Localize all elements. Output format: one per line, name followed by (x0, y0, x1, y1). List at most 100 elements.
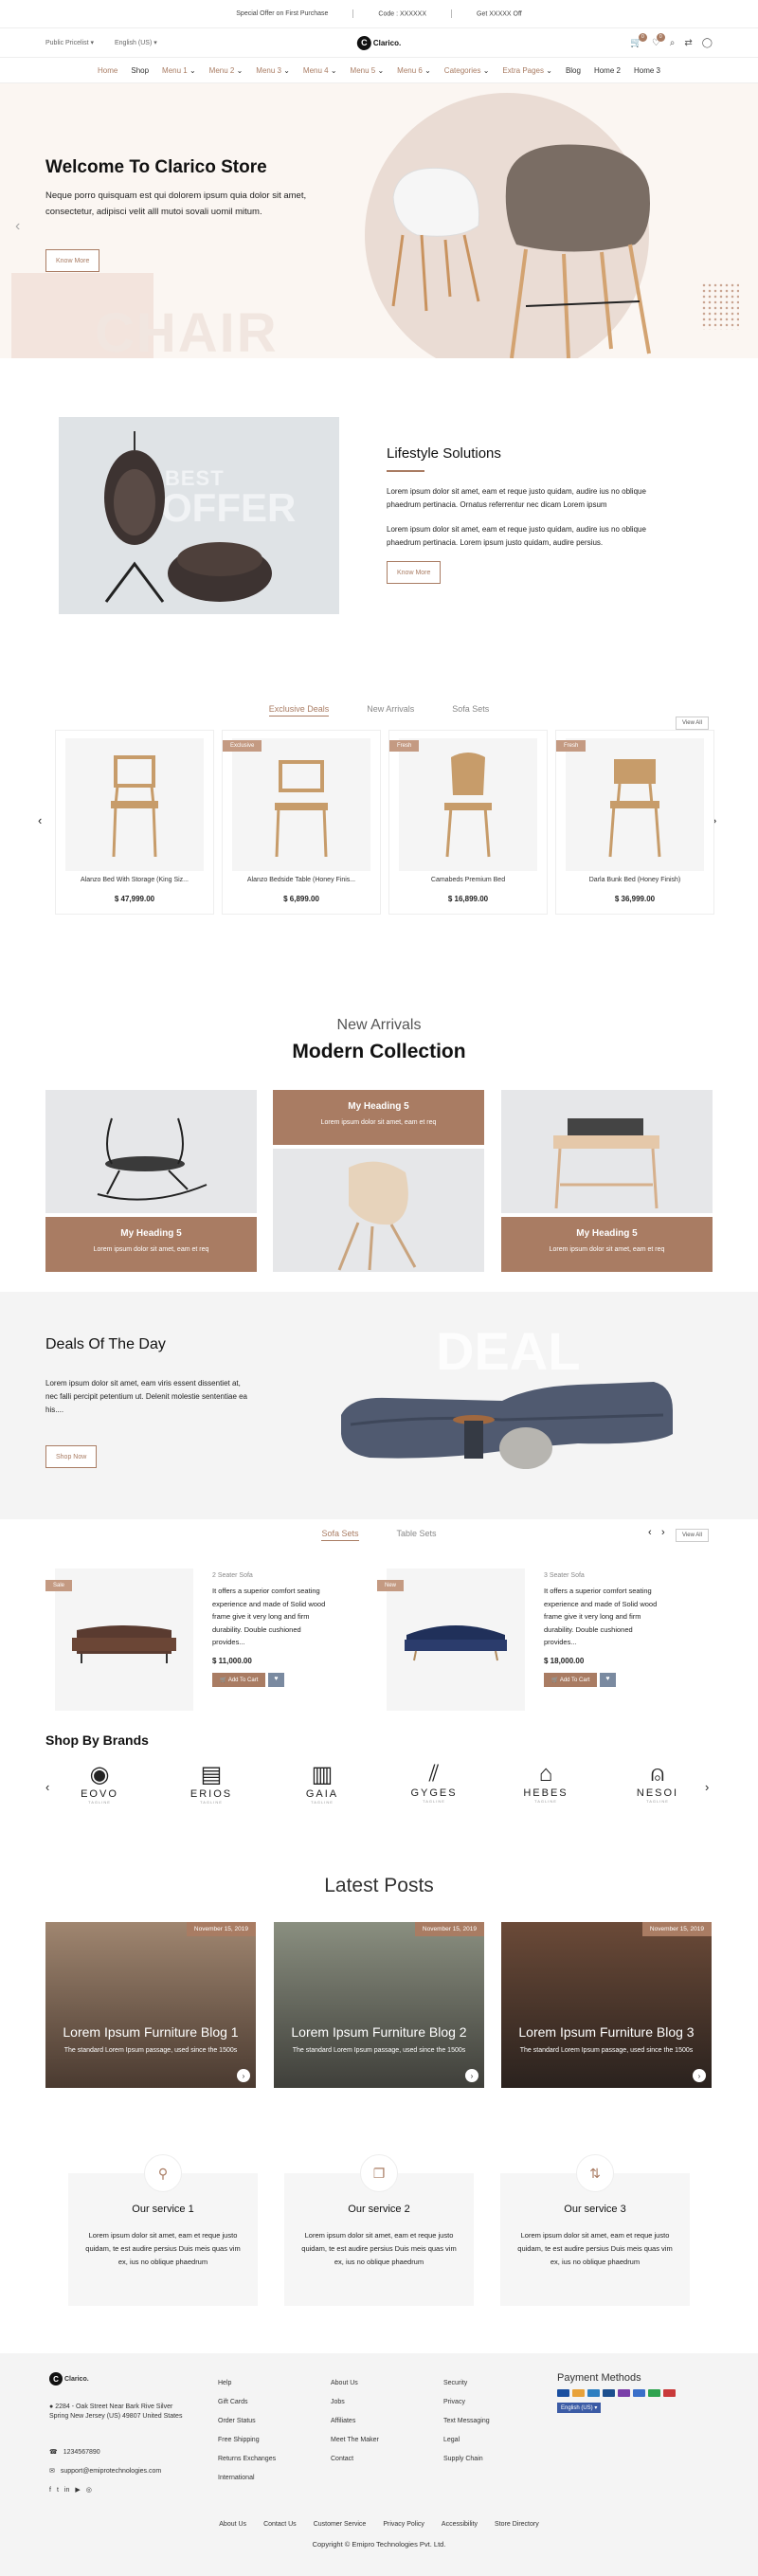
sofa-prev-icon[interactable]: ‹ (648, 1527, 652, 1538)
youtube-icon[interactable]: ▶ (75, 2486, 80, 2494)
wishlist-heart-icon[interactable]: ♥ (600, 1672, 616, 1687)
collection-tile[interactable]: My Heading 5 Lorem ipsum dolor sit amet,… (273, 1090, 484, 1145)
footer-link[interactable]: Text Messaging (443, 2418, 490, 2424)
footer-link[interactable]: Affiliates (331, 2418, 379, 2424)
compare-icon[interactable]: ⇄ (684, 38, 692, 48)
brand-logo[interactable]: ▤ ERIOS TAGLINE (183, 1761, 240, 1805)
tab-sofa-sets[interactable]: Sofa Sets (452, 704, 489, 717)
facebook-icon[interactable]: f (49, 2487, 51, 2494)
blog-post-card[interactable]: November 15, 2019 Lorem Ipsum Furniture … (501, 1922, 712, 2088)
pricelist-dropdown[interactable]: Public Pricelist ▾ (45, 39, 94, 46)
twitter-icon[interactable]: t (57, 2487, 59, 2494)
sofa-card[interactable]: New 3 Seater Sofa It offers a superior c… (377, 1569, 699, 1711)
product-name[interactable]: Darla Bunk Bed (Honey Finish) (556, 877, 713, 883)
footer-email[interactable]: ✉ support@emiprotechnologies.com (49, 2467, 161, 2476)
brand-logo[interactable]: ⫽ GYGES TAGLINE (406, 1761, 462, 1804)
footer-language-select[interactable]: English (US) ▾ (557, 2403, 602, 2413)
nav-blog[interactable]: Blog (566, 66, 581, 75)
add-to-cart-button[interactable]: 🛒 Add To Cart (212, 1672, 266, 1687)
product-name[interactable]: Camabeds Premium Bed (389, 877, 547, 883)
brand-logo[interactable]: ▥ GAIA TAGLINE (294, 1761, 351, 1805)
nav-menu-2[interactable]: Menu 2 ⌄ (209, 66, 244, 75)
tab-exclusive-deals[interactable]: Exclusive Deals (268, 704, 330, 717)
brand-logo[interactable]: ⍝ NESOI TAGLINE (629, 1761, 686, 1804)
nav-menu-4[interactable]: Menu 4 ⌄ (303, 66, 337, 75)
brand-logo[interactable]: ⌂ HEBES TAGLINE (517, 1761, 574, 1804)
footer-link[interactable]: Jobs (331, 2399, 379, 2405)
product-card[interactable]: Exclusive Alanzo Bedside Table (Honey Fi… (222, 730, 381, 915)
footer-bottom-link[interactable]: Customer Service (314, 2521, 367, 2528)
nav-menu-1[interactable]: Menu 1 ⌄ (162, 66, 196, 75)
footer-bottom-link[interactable]: Contact Us (263, 2521, 297, 2528)
tab-table-sets[interactable]: Table Sets (397, 1529, 437, 1541)
footer-link[interactable]: Contact (331, 2456, 379, 2462)
footer-logo[interactable]: C Clarico. (49, 2372, 89, 2386)
footer-link[interactable]: Help (218, 2380, 276, 2386)
hero-prev-arrow-icon[interactable]: ‹ (15, 218, 20, 235)
footer-phone[interactable]: ☎ 1234567890 (49, 2448, 100, 2457)
blog-post-card[interactable]: November 15, 2019 Lorem Ipsum Furniture … (274, 1922, 484, 2088)
footer-link[interactable]: Supply Chain (443, 2456, 490, 2462)
footer-bottom-link[interactable]: Accessibility (442, 2521, 478, 2528)
linkedin-icon[interactable]: in (64, 2487, 69, 2494)
arrow-right-icon[interactable]: › (465, 2069, 478, 2082)
view-all-button[interactable]: View All (676, 717, 709, 730)
footer-link[interactable]: Free Shipping (218, 2437, 276, 2443)
search-icon[interactable]: ⌕ (670, 38, 676, 48)
lifestyle-know-more-button[interactable]: Know More (387, 561, 442, 584)
blog-post-card[interactable]: November 15, 2019 Lorem Ipsum Furniture … (45, 1922, 256, 2088)
sofa-card[interactable]: Sale 2 Seater Sofa It offers a superior … (45, 1569, 368, 1711)
github-icon[interactable]: ◎ (86, 2486, 92, 2494)
cart-icon[interactable]: 🛒 0 (630, 32, 647, 48)
footer-link[interactable]: Gift Cards (218, 2399, 276, 2405)
carousel-prev-icon[interactable]: ‹ (38, 813, 42, 827)
add-to-cart-button[interactable]: 🛒 Add To Cart (544, 1672, 598, 1687)
nav-extra-pages[interactable]: Extra Pages ⌄ (502, 66, 552, 75)
rocking-chair-image[interactable] (45, 1090, 257, 1213)
logo[interactable]: C Clarico. (356, 35, 401, 50)
nav-menu-5[interactable]: Menu 5 ⌄ (351, 66, 385, 75)
sofa-next-icon[interactable]: › (661, 1527, 665, 1538)
nav-home-3[interactable]: Home 3 (634, 66, 660, 75)
sofa-category[interactable]: 3 Seater Sofa (544, 1572, 667, 1579)
wishlist-icon[interactable]: ♡ 0 (652, 32, 665, 48)
brands-prev-icon[interactable]: ‹ (45, 1780, 49, 1794)
collection-tile[interactable]: My Heading 5 Lorem ipsum dolor sit amet,… (501, 1217, 713, 1272)
tab-sofa-sets[interactable]: Sofa Sets (321, 1529, 359, 1541)
sofa-view-all-button[interactable]: View All (676, 1529, 709, 1542)
product-card[interactable]: Fresh Darla Bunk Bed (Honey Finish) $ 36… (555, 730, 714, 915)
product-name[interactable]: Alanzo Bedside Table (Honey Finis... (223, 877, 380, 883)
arrow-right-icon[interactable]: › (693, 2069, 706, 2082)
footer-link[interactable]: Legal (443, 2437, 490, 2443)
footer-link[interactable]: Security (443, 2380, 490, 2386)
nav-home-2[interactable]: Home 2 (594, 66, 621, 75)
footer-bottom-link[interactable]: Privacy Policy (383, 2521, 424, 2528)
product-card[interactable]: Fresh Camabeds Premium Bed $ 16,899.00 (388, 730, 548, 915)
user-icon[interactable]: ◯ (702, 38, 713, 48)
brand-logo[interactable]: ◉ EOVO TAGLINE (71, 1761, 128, 1805)
footer-link[interactable]: Meet The Maker (331, 2437, 379, 2443)
nav-categories[interactable]: Categories ⌄ (444, 66, 490, 75)
desk-image[interactable] (501, 1090, 713, 1213)
footer-bottom-link[interactable]: Store Directory (495, 2521, 539, 2528)
nav-home[interactable]: Home (98, 66, 117, 75)
arrow-right-icon[interactable]: › (237, 2069, 250, 2082)
shop-now-button[interactable]: Shop Now (45, 1445, 98, 1468)
language-dropdown[interactable]: English (US) ▾ (115, 39, 157, 46)
product-card[interactable]: Alanzo Bed With Storage (King Siz... $ 4… (55, 730, 214, 915)
hero-know-more-button[interactable]: Know More (45, 249, 100, 272)
sofa-category[interactable]: 2 Seater Sofa (212, 1572, 335, 1579)
footer-link[interactable]: Order Status (218, 2418, 276, 2424)
wishlist-heart-icon[interactable]: ♥ (268, 1672, 284, 1687)
product-name[interactable]: Alanzo Bed With Storage (King Siz... (56, 877, 213, 883)
nav-menu-6[interactable]: Menu 6 ⌄ (397, 66, 431, 75)
footer-bottom-link[interactable]: About Us (219, 2521, 246, 2528)
footer-link[interactable]: International (218, 2475, 276, 2481)
footer-link[interactable]: Returns Exchanges (218, 2456, 276, 2462)
wood-chair-image[interactable] (273, 1149, 484, 1272)
nav-menu-3[interactable]: Menu 3 ⌄ (256, 66, 290, 75)
brands-next-icon[interactable]: › (705, 1780, 709, 1794)
collection-tile[interactable]: My Heading 5 Lorem ipsum dolor sit amet,… (45, 1217, 257, 1272)
footer-link[interactable]: About Us (331, 2380, 379, 2386)
nav-shop[interactable]: Shop (131, 66, 149, 75)
